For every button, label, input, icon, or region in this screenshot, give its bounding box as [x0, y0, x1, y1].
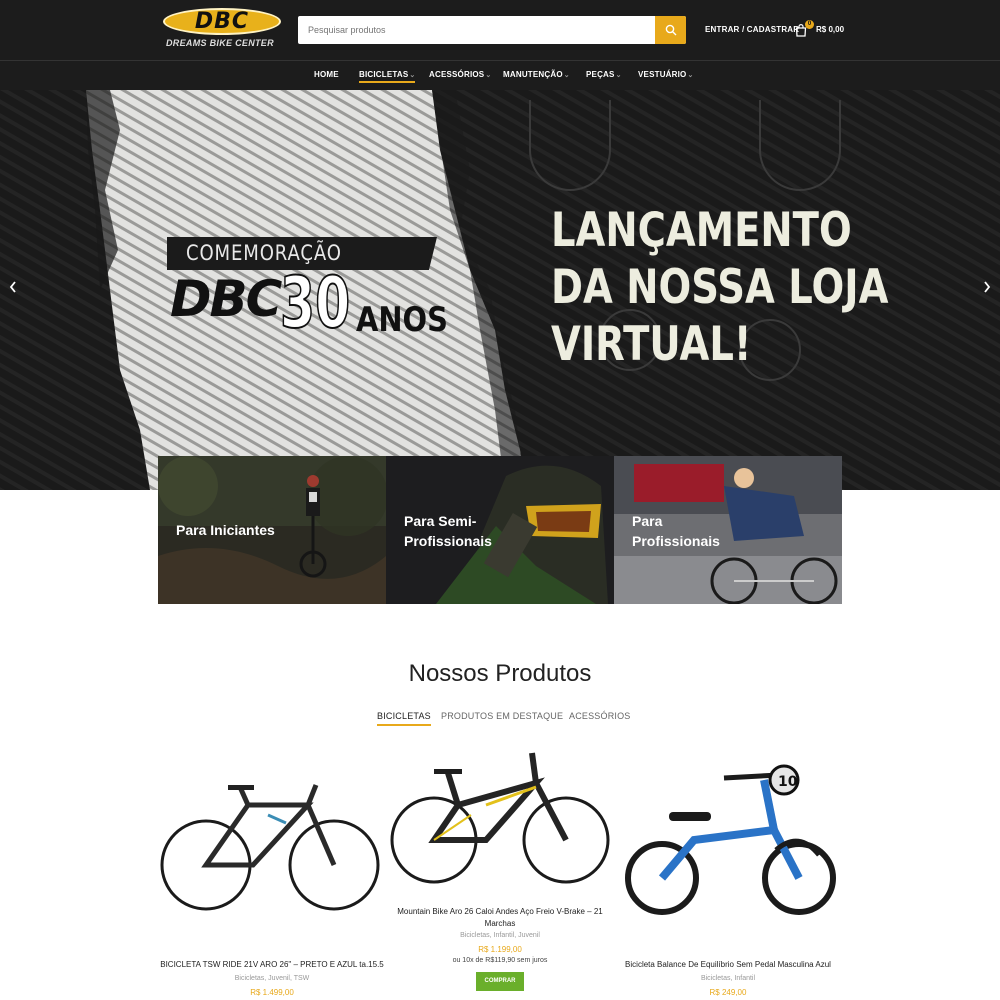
product-categories[interactable]: Bicicletas, Juvenil, TSW [158, 975, 386, 982]
cart-total: R$ 0,00 [816, 25, 845, 34]
category-card-iniciantes[interactable]: Para Iniciantes [158, 456, 386, 604]
hero-number: 30 [279, 261, 351, 345]
main-nav: HOME BICICLETAS⌄ ACESSÓRIOS⌄ MANUTENÇÃO⌄… [0, 61, 1000, 90]
nav-home[interactable]: HOME [314, 70, 339, 79]
hero-headline-line-3: VIRTUAL! [551, 317, 752, 372]
product-price: R$ 1.499,00 [250, 988, 294, 997]
product-price: R$ 249,00 [709, 988, 747, 997]
tab-bicicletas[interactable]: BICICLETAS [377, 711, 431, 726]
hero-headline-line-1: LANÇAMENTO [551, 203, 852, 258]
category-label: Para Profissionais [632, 511, 720, 551]
product-categories[interactable]: Bicicletas, Infantil, Juvenil [386, 932, 614, 939]
logo[interactable]: DBC DREAMS BIKE CENTER [163, 8, 281, 52]
category-label-line: Para Semi- [404, 513, 477, 529]
chevron-down-icon: ⌄ [563, 72, 570, 79]
nav-manutencao-label: MANUTENÇÃO [503, 70, 563, 79]
chevron-down-icon: ⌄ [615, 72, 622, 79]
logo-subtitle: DREAMS BIKE CENTER [166, 38, 274, 48]
slider-next-arrow[interactable] [982, 280, 992, 299]
product-name-line: Marchas [484, 919, 516, 928]
balance-bike-plate-number: 10 [778, 774, 798, 790]
nav-pecas-label: PEÇAS [586, 70, 615, 79]
search-icon [665, 24, 676, 36]
cart-button[interactable]: 0 R$ 0,00 [795, 20, 855, 40]
chevron-down-icon: ⌄ [687, 72, 694, 79]
hero-headline-line-2: DA NOSSA LOJA [551, 260, 889, 315]
product-image-caloi-andes-bike [390, 752, 610, 884]
cart-count-badge: 0 [805, 20, 814, 29]
nav-home-label: HOME [314, 70, 339, 79]
product-card[interactable]: BICICLETA TSW RIDE 21V ARO 26" – PRETO E… [158, 745, 386, 1000]
category-label-line: Profissionais [632, 533, 720, 549]
category-card-semi-profissionais[interactable]: Para Semi- Profissionais [386, 456, 614, 604]
nav-manutencao[interactable]: MANUTENÇÃO⌄ [503, 70, 570, 79]
nav-bicicletas-label: BICICLETAS [359, 70, 409, 79]
product-image-balance-bike: 10 [625, 764, 836, 915]
hero-anos: ANOS [356, 300, 448, 340]
buy-button[interactable]: COMPRAR [476, 972, 524, 991]
tab-produtos-em-destaque[interactable]: PRODUTOS EM DESTAQUE [441, 711, 563, 721]
login-link[interactable]: ENTRAR / CADASTRAR [705, 25, 799, 34]
nav-pecas[interactable]: PEÇAS⌄ [586, 70, 622, 79]
search-button[interactable] [655, 16, 686, 44]
product-card[interactable]: Mountain Bike Aro 26 Caloi Andes Aço Fre… [386, 745, 614, 1000]
category-label-line: Profissionais [404, 533, 492, 549]
logo-oval: DBC [163, 8, 281, 35]
category-card-profissionais[interactable]: Para Profissionais [614, 456, 842, 604]
search-bar [298, 16, 686, 44]
nav-acessorios[interactable]: ACESSÓRIOS⌄ [429, 70, 491, 79]
hero-brand: DBC [170, 270, 282, 328]
nav-vestuario-label: VESTUÁRIO [638, 70, 687, 79]
nav-bicicletas[interactable]: BICICLETAS⌄ [359, 70, 416, 83]
product-name[interactable]: Bicicleta Balance De Equilíbrio Sem Peda… [614, 959, 842, 971]
hero-headline: LANÇAMENTO DA NOSSA LOJA VIRTUAL! [551, 202, 888, 373]
product-name-line: Mountain Bike Aro 26 Caloi Andes Aço Fre… [397, 907, 603, 916]
chevron-down-icon: ⌄ [485, 72, 492, 79]
nav-vestuario[interactable]: VESTUÁRIO⌄ [638, 70, 694, 79]
product-name[interactable]: BICICLETA TSW RIDE 21V ARO 26" – PRETO E… [158, 959, 386, 971]
product-installments: ou 10x de R$119,90 sem juros [452, 957, 548, 964]
chevron-down-icon: ⌄ [409, 72, 416, 79]
product-image-tsw-bike [160, 784, 380, 911]
search-input[interactable] [298, 16, 655, 44]
product-categories[interactable]: Bicicletas, Infantil [614, 975, 842, 982]
product-card[interactable]: 10 Bicicleta Balance De Equilíbrio Sem P… [614, 745, 842, 1000]
slider-prev-arrow[interactable] [8, 280, 18, 299]
top-header: DBC DREAMS BIKE CENTER ENTRAR / CADASTRA… [0, 0, 1000, 61]
category-label-line: Para Iniciantes [176, 522, 275, 538]
product-name[interactable]: Mountain Bike Aro 26 Caloi Andes Aço Fre… [386, 906, 614, 930]
product-price: R$ 1.199,00 [478, 945, 522, 954]
category-label: Para Iniciantes [176, 520, 275, 540]
logo-text: DBC [194, 9, 250, 34]
nav-acessorios-label: ACESSÓRIOS [429, 70, 485, 79]
tab-acessorios[interactable]: ACESSÓRIOS [569, 711, 631, 721]
chevron-left-icon [9, 281, 16, 293]
category-label: Para Semi- Profissionais [404, 511, 492, 551]
chevron-right-icon [984, 281, 991, 293]
section-title: Nossos Produtos [408, 660, 592, 687]
hero-slider: COMEMORAÇÃO DBC 30 ANOS LANÇAMENTO DA NO… [0, 90, 1000, 490]
category-label-line: Para [632, 513, 663, 529]
